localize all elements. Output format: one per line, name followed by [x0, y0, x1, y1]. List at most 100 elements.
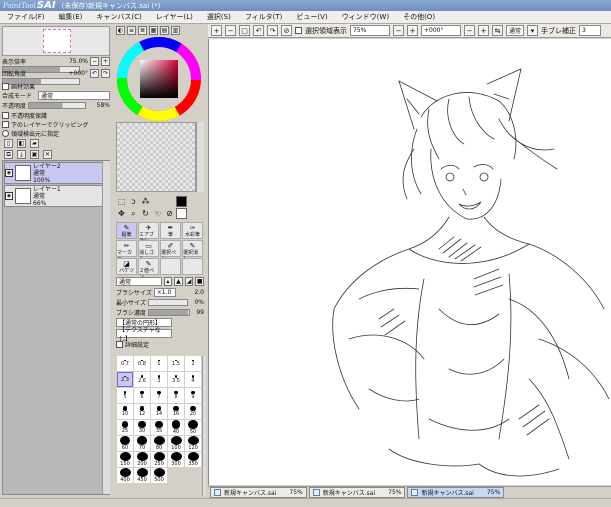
delete-layer-icon[interactable]: ✕: [43, 150, 52, 159]
reset-rotation-button[interactable]: ⊘: [281, 25, 292, 36]
brush-size-cell[interactable]: 20: [185, 404, 201, 419]
hsv-slider-icon[interactable]: ≣: [138, 26, 147, 35]
move-icon[interactable]: ✥: [116, 208, 127, 219]
brush-size-cell[interactable]: 50: [185, 420, 201, 435]
detail-expand-icon[interactable]: [116, 341, 123, 348]
protect-opacity-checkbox[interactable]: [2, 112, 9, 119]
new-layer-set-icon[interactable]: ◧: [17, 139, 26, 148]
color-wheel[interactable]: [116, 36, 202, 122]
swatch-palette[interactable]: [116, 122, 196, 192]
canvas-rotate-plus[interactable]: +: [478, 25, 489, 36]
rotate-left-icon[interactable]: ↶: [90, 69, 99, 78]
document-tab-1[interactable]: 新規キャンバス.sai 75%: [210, 487, 307, 498]
layer-item-2[interactable]: ◉ レイヤー2 通常 100%: [4, 162, 104, 184]
zoom-out-icon[interactable]: −: [90, 57, 99, 66]
density-slider[interactable]: [147, 309, 190, 316]
brush-size-cell[interactable]: 400: [117, 468, 133, 483]
brush-size-cell[interactable]: 0.7: [117, 356, 133, 371]
canvas-zoom-plus[interactable]: +: [407, 25, 418, 36]
brush-size-cell[interactable]: 80: [151, 436, 167, 451]
document-tab-2[interactable]: 新規キャンバス.sai 75%: [308, 487, 406, 498]
brush-size-cell[interactable]: 10: [117, 404, 133, 419]
canvas-zoom-minus[interactable]: −: [393, 25, 404, 36]
navigator-preview[interactable]: [2, 26, 110, 56]
merge-layer-icon[interactable]: ⤓: [17, 150, 26, 159]
menu-file[interactable]: ファイル(F): [0, 12, 52, 22]
eye-icon[interactable]: ◉: [5, 192, 13, 200]
tool-empty-slot[interactable]: [182, 258, 203, 275]
stabilizer-mode-arrow[interactable]: ▾: [527, 25, 538, 36]
marquee-icon[interactable]: ⬚: [116, 196, 127, 207]
brush-size-cell[interactable]: 500: [151, 468, 167, 483]
swatch-scrollbar[interactable]: [196, 122, 204, 192]
brush-shape-2-icon[interactable]: ▲: [174, 277, 183, 286]
min-size-slider[interactable]: [147, 299, 188, 306]
brush-size-cell[interactable]: 9: [185, 388, 201, 403]
brush-size-cell[interactable]: 1: [151, 356, 167, 371]
layer-list-scrollbar[interactable]: [102, 161, 110, 494]
show-selection-checkbox[interactable]: [295, 27, 302, 34]
fit-button[interactable]: □: [239, 25, 250, 36]
menu-other[interactable]: その他(O): [396, 12, 442, 22]
document-tab-3[interactable]: 新規キャンバス.sai 75%: [407, 487, 505, 498]
brush-size-cell[interactable]: 450: [134, 468, 150, 483]
tool-bucket[interactable]: ◪ バケツ: [116, 258, 137, 275]
canvas-rotate-select[interactable]: +000°: [421, 25, 461, 36]
menu-layer[interactable]: レイヤー(L): [149, 12, 200, 22]
flip-button[interactable]: ⇆: [492, 25, 503, 36]
zoom-in-button[interactable]: +: [211, 25, 222, 36]
tool-select-pen[interactable]: ✐選択ペン: [160, 240, 181, 262]
tool-select-erase[interactable]: ✎選択消し: [182, 240, 203, 262]
tool-brush[interactable]: ✒ 筆: [160, 222, 181, 239]
brush-size-cell[interactable]: 40: [168, 420, 184, 435]
brush-size-cell[interactable]: 150: [117, 452, 133, 467]
color-mixer-icon[interactable]: ▦: [149, 26, 158, 35]
effect-expand-icon[interactable]: [2, 83, 9, 90]
rotate-left-button[interactable]: ↶: [253, 25, 264, 36]
tool-binary-pen[interactable]: ✎２値ペン: [138, 258, 159, 280]
zoom-out-button[interactable]: −: [225, 25, 236, 36]
opacity-slider[interactable]: [28, 102, 87, 109]
clear-layer-icon[interactable]: ▣: [30, 150, 39, 159]
brush-size-cell[interactable]: 100: [168, 436, 184, 451]
effect-row[interactable]: 画材効果: [2, 82, 35, 91]
clipping-checkbox[interactable]: [2, 121, 9, 128]
rotate-right-icon[interactable]: ↷: [101, 69, 110, 78]
brush-size-cell[interactable]: 300: [168, 452, 184, 467]
clipping-row[interactable]: 下のレイヤーでクリッピング: [2, 120, 88, 129]
brush-size-cell[interactable]: 3.5: [168, 372, 184, 387]
rotate-tool-icon[interactable]: ↻: [140, 208, 151, 219]
brush-texture-select[interactable]: 【テクスチャなし】: [116, 327, 172, 343]
brush-size-cell[interactable]: 3: [151, 372, 167, 387]
menu-filter[interactable]: フィルタ(T): [238, 12, 290, 22]
brush-size-cell[interactable]: 35: [151, 420, 167, 435]
protect-opacity-row[interactable]: 不透明度保護: [2, 111, 47, 120]
zoom-in-icon[interactable]: +: [101, 57, 110, 66]
menu-edit[interactable]: 編集(E): [52, 12, 90, 22]
brush-size-cell[interactable]: 5: [117, 388, 133, 403]
zoom-tool-icon[interactable]: ⌕: [128, 208, 139, 219]
menu-view[interactable]: ビュー(V): [289, 12, 334, 22]
brush-size-cell[interactable]: 25: [117, 420, 133, 435]
menu-select[interactable]: 選択(S): [200, 12, 238, 22]
brush-size-cell[interactable]: 16: [168, 404, 184, 419]
tool-airbrush[interactable]: ✈エアブラシ: [138, 222, 159, 244]
brush-size-cell[interactable]: 60: [117, 436, 133, 451]
lasso-icon[interactable]: ↄ: [128, 196, 139, 207]
menu-canvas[interactable]: キャンバス(C): [89, 12, 148, 22]
stabilizer-select[interactable]: 3: [579, 25, 601, 36]
brush-size-cell[interactable]: 250: [151, 452, 167, 467]
detail-row[interactable]: 詳細設定: [116, 340, 204, 349]
secondary-color-swatch[interactable]: [176, 208, 187, 219]
brush-size-cell[interactable]: 7: [151, 388, 167, 403]
brush-size-cell[interactable]: 200: [134, 452, 150, 467]
brush-shape-3-icon[interactable]: ◢: [184, 277, 194, 286]
brush-size-cell[interactable]: 30: [134, 420, 150, 435]
tool-pencil[interactable]: ✎ 鉛筆: [116, 222, 137, 239]
menu-window[interactable]: ウィンドウ(W): [335, 12, 396, 22]
brush-size-cell[interactable]: 0.8: [134, 356, 150, 371]
brush-size-cell[interactable]: 6: [134, 388, 150, 403]
brush-size-cell[interactable]: 120: [185, 436, 201, 451]
brush-size-multiplier[interactable]: ×1.0: [153, 288, 176, 297]
tool-marker[interactable]: ✏マーカー: [116, 240, 137, 262]
